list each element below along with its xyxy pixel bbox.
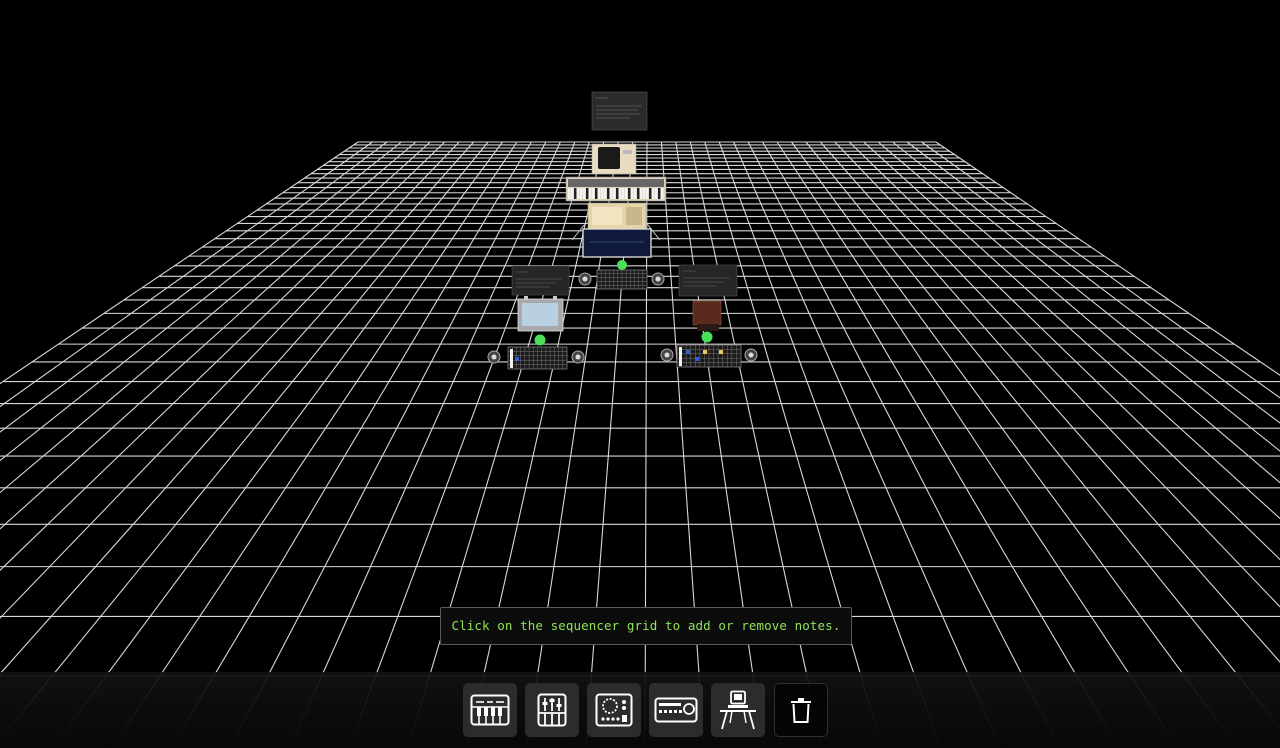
hint-message: Click on the sequencer grid to add or re…: [440, 607, 852, 645]
sequencer-grid-center[interactable]: [578, 269, 665, 290]
toolbar: [463, 683, 828, 738]
sequencer-grid-left[interactable]: [487, 346, 585, 370]
info-panel-right: [678, 264, 738, 297]
bass-module-instrument[interactable]: [692, 300, 722, 343]
add-keyboard-button[interactable]: [463, 683, 517, 737]
keyboard-synth-instrument[interactable]: [565, 176, 667, 202]
add-rack-unit-button[interactable]: [649, 683, 703, 737]
trash-icon: [791, 698, 811, 723]
add-synth-module-button[interactable]: [587, 683, 641, 737]
delete-button[interactable]: [774, 683, 828, 737]
info-panel-left: [511, 265, 570, 296]
add-computer-button[interactable]: [711, 683, 765, 737]
sequencer-grid-right[interactable]: [660, 344, 758, 368]
computer-desk-icon: [720, 690, 756, 730]
computer-instrument[interactable]: [591, 143, 637, 175]
drum-machine-instrument[interactable]: [517, 296, 564, 346]
piano-keys-icon: [470, 694, 510, 726]
mixer-faders-icon: [537, 693, 567, 727]
info-panel-top: [591, 91, 648, 131]
add-mixer-button[interactable]: [525, 683, 579, 737]
rack-unit-icon: [654, 697, 698, 723]
synth-module-icon: [595, 693, 633, 727]
